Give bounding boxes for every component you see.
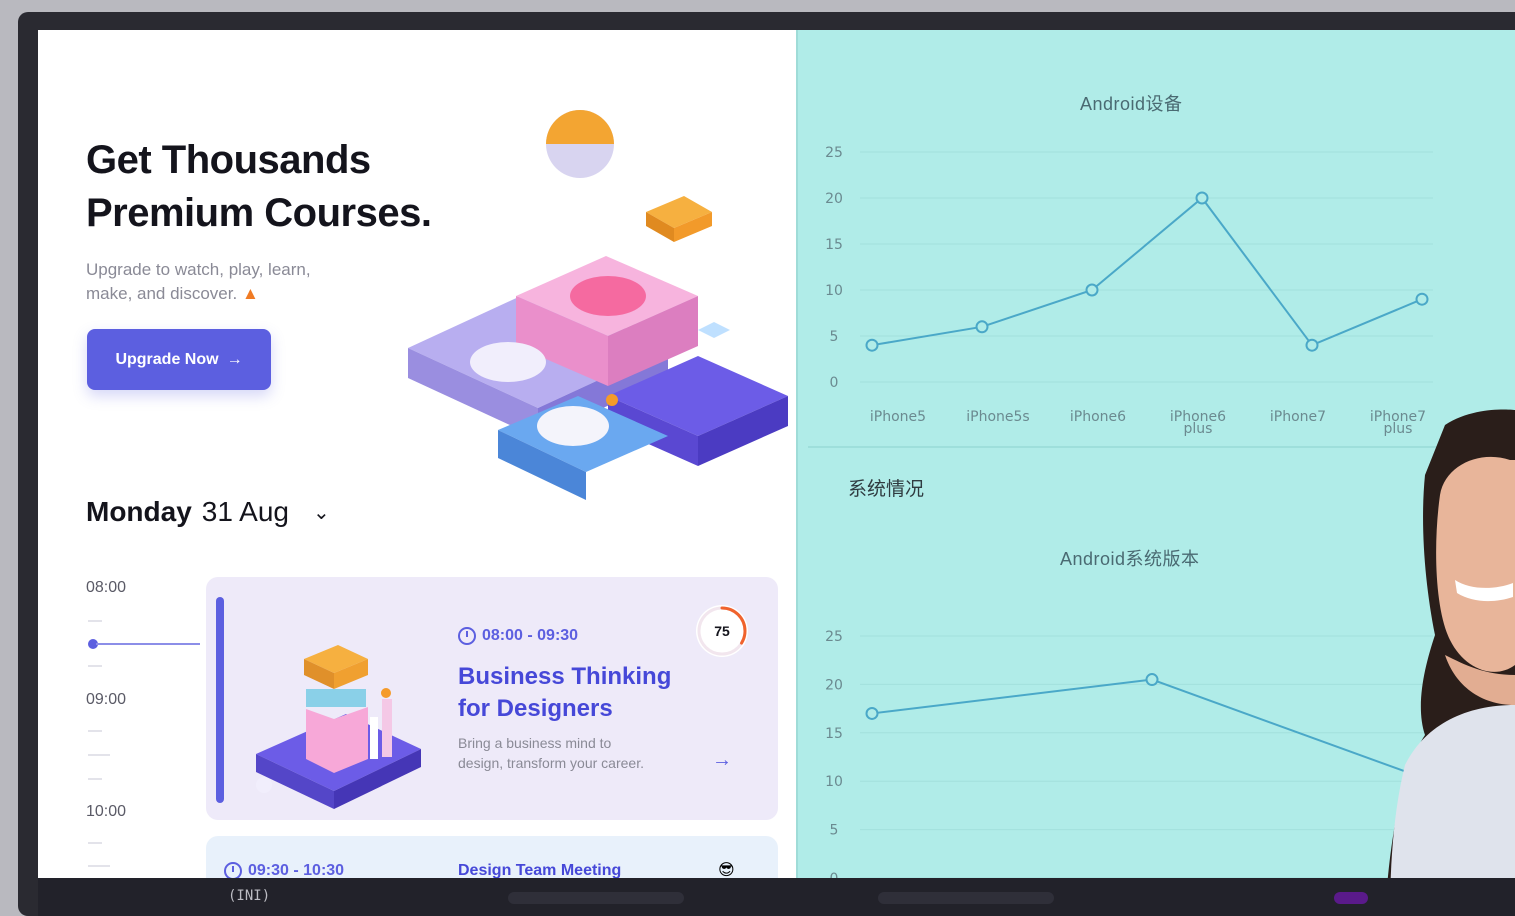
status-indicator — [1334, 892, 1368, 904]
flame-icon: ▲ — [241, 284, 259, 303]
timeline-tick — [88, 778, 102, 780]
x-tick-label: iPhone6 — [1070, 409, 1126, 425]
timeline-tick — [88, 665, 102, 667]
x-tick-label: iPhone7 — [1270, 409, 1326, 425]
card-description: Bring a business mind to design, transfo… — [458, 733, 698, 773]
date-day: Monday — [86, 496, 192, 527]
progress-score-ring: 75 — [696, 605, 748, 657]
y-tick-label: 15 — [825, 726, 843, 742]
timeline-tick — [88, 842, 102, 844]
x-tick-label: plus — [1184, 421, 1213, 437]
data-point[interactable] — [1195, 191, 1209, 205]
presenter-photo — [1385, 409, 1515, 916]
y-tick-label: 15 — [825, 237, 843, 253]
course-card-design-meeting[interactable]: 09:30 - 10:30 Design Team Meeting 😎 — [206, 836, 778, 878]
y-tick-label: 25 — [825, 629, 843, 645]
date-selector[interactable]: Monday 31 Aug ⌄ — [86, 496, 330, 528]
section-title: 系统情况 — [848, 479, 925, 500]
hero-subtitle: Upgrade to watch, play, learn, make, and… — [86, 258, 376, 306]
taskbar-label: (INI) — [228, 888, 271, 904]
x-tick-label: iPhone5 — [870, 409, 926, 425]
score-value: 75 — [714, 623, 730, 639]
isometric-illustration — [408, 110, 788, 500]
y-tick-label: 0 — [830, 375, 839, 391]
card-title-line2: for Designers — [458, 695, 613, 722]
display-screen: Get Thousands Premium Courses. Upgrade t… — [38, 30, 1515, 878]
card-description-line1: Bring a business mind to — [458, 735, 612, 751]
y-tick-label: 25 — [825, 145, 843, 161]
data-point[interactable] — [1085, 283, 1099, 297]
data-point[interactable] — [1415, 292, 1429, 306]
card-time-text: 09:30 - 10:30 — [248, 862, 345, 878]
x-tick-label: iPhone5s — [966, 409, 1029, 425]
hero-subtitle-line1: Upgrade to watch, play, learn, — [86, 260, 311, 279]
clock-icon — [458, 627, 476, 645]
card-description-line2: design, transform your career. — [458, 755, 644, 771]
y-tick-label: 10 — [825, 774, 843, 790]
card-time-text: 08:00 - 09:30 — [482, 627, 579, 644]
data-point[interactable] — [865, 706, 879, 720]
data-point[interactable] — [865, 338, 879, 352]
data-point[interactable] — [975, 320, 989, 334]
y-tick-label: 20 — [825, 677, 843, 693]
time-label-0900: 09:00 — [86, 691, 127, 708]
course-card-business-thinking[interactable]: 08:00 - 09:30 Business Thinking for Desi… — [206, 577, 778, 820]
card-title[interactable]: Design Team Meeting — [458, 862, 621, 878]
data-point[interactable] — [1145, 673, 1159, 687]
speaker-grille — [878, 892, 1054, 904]
monitor-bottom-bar: (INI) — [38, 878, 1515, 916]
y-tick-label: 10 — [825, 283, 843, 299]
series-line — [871, 196, 1423, 347]
chart1-title: Android设备 — [1080, 94, 1183, 114]
time-label-0800: 08:00 — [86, 579, 127, 596]
timeline-tick — [88, 730, 102, 732]
upgrade-now-label: Upgrade Now — [115, 350, 219, 368]
timeline-tick — [88, 620, 102, 622]
chevron-down-icon[interactable]: ⌄ — [313, 500, 330, 525]
course-app-panel: Get Thousands Premium Courses. Upgrade t… — [38, 30, 796, 878]
y-tick-label: 0 — [830, 871, 839, 878]
arrow-right-icon[interactable]: → — [712, 749, 732, 772]
upgrade-now-button[interactable]: Upgrade Now → — [87, 329, 271, 390]
timeline-tick — [88, 754, 110, 756]
data-point[interactable] — [1305, 338, 1319, 352]
card-accent-bar — [216, 597, 224, 803]
hero-subtitle-line2: make, and discover. — [86, 284, 238, 303]
sunglasses-emoji-icon: 😎 — [718, 862, 735, 878]
date-value: 31 Aug — [201, 496, 289, 527]
card-title[interactable]: Business Thinking for Designers — [458, 661, 718, 725]
speaker-grille — [508, 892, 684, 904]
y-tick-label: 5 — [830, 823, 839, 839]
chart-android-devices: 0510152025iPhone5 iPhone5s iPhone6 iPhone6p… — [825, 145, 1433, 437]
card-title-line1: Business Thinking — [458, 663, 672, 690]
time-label-1000: 10:00 — [86, 803, 127, 820]
card-time: 08:00 - 09:30 — [458, 627, 578, 645]
arrow-right-icon: → — [226, 350, 243, 368]
card-time: 09:30 - 10:30 — [224, 862, 344, 878]
y-tick-label: 5 — [830, 329, 839, 345]
timeline-tick — [88, 865, 110, 867]
bar-chart-illustration — [256, 645, 421, 809]
clock-icon — [224, 862, 242, 878]
chart2-title: Android系统版本 — [1060, 549, 1200, 569]
series-line — [871, 678, 1433, 783]
current-time-line — [96, 643, 200, 645]
y-tick-label: 20 — [825, 191, 843, 207]
